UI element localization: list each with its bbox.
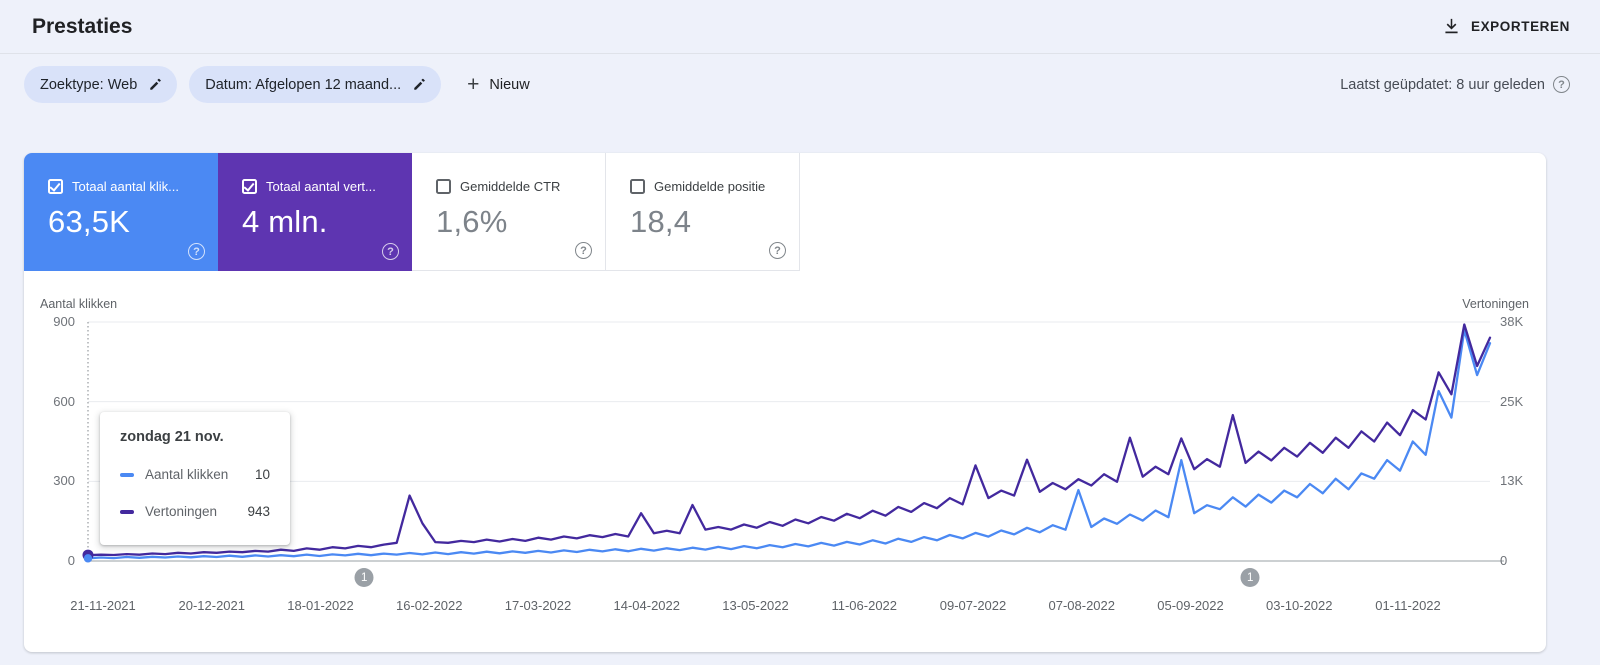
left-axis-tick-label: 600: [53, 393, 75, 409]
tooltip-row-clicks: Aantal klikken 10: [120, 467, 270, 482]
right-axis-tick-label: 0: [1500, 553, 1508, 568]
tooltip-row-label: Vertoningen: [145, 504, 218, 519]
help-icon[interactable]: ?: [769, 242, 786, 259]
filter-chip-date-label: Datum: Afgelopen 12 maand...: [205, 76, 402, 93]
plus-icon: +: [467, 73, 480, 96]
edit-pencil-icon[interactable]: [141, 71, 169, 99]
impressions-series-swatch: [120, 509, 134, 514]
download-icon: [1442, 17, 1461, 36]
checkbox-unchecked-icon[interactable]: [436, 179, 451, 194]
performance-card: Totaal aantal klik... 63,5K ? Totaal aan…: [24, 153, 1546, 652]
clicks-series-swatch: [120, 472, 134, 477]
right-axis-tick-label: 38K: [1500, 314, 1524, 329]
checkbox-checked-icon[interactable]: [242, 179, 257, 194]
filter-chip-search-type[interactable]: Zoektype: Web: [24, 66, 178, 103]
x-axis-tick-label: 21-11-2021: [70, 598, 136, 613]
metric-label: Totaal aantal vert...: [266, 179, 376, 194]
tooltip-row-label: Aantal klikken: [145, 467, 229, 482]
checkbox-unchecked-icon[interactable]: [630, 179, 645, 194]
x-axis-tick-label: 07-08-2022: [1048, 598, 1116, 613]
checkbox-checked-icon[interactable]: [48, 179, 63, 194]
x-axis-tick-label: 01-11-2022: [1375, 598, 1441, 613]
last-updated-text: Laatst geüpdatet: 8 uur geleden: [1340, 76, 1545, 93]
chart-tooltip: zondag 21 nov. Aantal klikken 10 Vertoni…: [100, 412, 290, 545]
metric-tiles: Totaal aantal klik... 63,5K ? Totaal aan…: [24, 153, 800, 271]
help-icon[interactable]: ?: [1553, 76, 1570, 93]
right-axis-tick-label: 13K: [1500, 473, 1524, 489]
metric-label: Totaal aantal klik...: [72, 179, 179, 194]
left-axis-tick-label: 0: [67, 553, 75, 568]
metric-tile-impressions[interactable]: Totaal aantal vert... 4 mln. ?: [218, 153, 412, 271]
new-filter-button-label: Nieuw: [489, 76, 530, 93]
left-axis-title: Aantal klikken: [40, 297, 118, 311]
filter-bar: Zoektype: Web Datum: Afgelopen 12 maand.…: [24, 66, 1570, 103]
left-axis-tick-label: 300: [53, 473, 75, 489]
timeseries-plot[interactable]: [82, 321, 1504, 563]
metric-tile-position[interactable]: Gemiddelde positie 18,4 ?: [606, 153, 800, 271]
tooltip-row-value: 10: [254, 467, 270, 482]
left-axis-tick-label: 900: [53, 314, 75, 329]
metric-tile-ctr[interactable]: Gemiddelde CTR 1,6% ?: [412, 153, 606, 271]
x-axis-tick-label: 17-03-2022: [504, 598, 572, 613]
page-title: Prestaties: [32, 15, 133, 38]
annotation-badge[interactable]: 1: [354, 568, 374, 587]
x-axis-tick-label: 16-02-2022: [396, 598, 463, 613]
x-axis-tick-label: 14-04-2022: [613, 598, 681, 613]
tooltip-row-value: 943: [247, 504, 270, 519]
x-axis-tick-label: 13-05-2022: [722, 598, 789, 613]
help-icon[interactable]: ?: [382, 243, 399, 260]
help-icon[interactable]: ?: [575, 242, 592, 259]
tooltip-date: zondag 21 nov.: [120, 429, 224, 445]
metric-tile-clicks[interactable]: Totaal aantal klik... 63,5K ?: [24, 153, 218, 271]
metric-label: Gemiddelde CTR: [460, 179, 561, 194]
filter-chip-date[interactable]: Datum: Afgelopen 12 maand...: [189, 66, 442, 103]
x-axis-tick-label: 09-07-2022: [939, 598, 1007, 613]
metric-value: 18,4: [630, 204, 692, 239]
metric-value: 63,5K: [48, 204, 131, 239]
x-axis-tick-label: 05-09-2022: [1157, 598, 1224, 613]
right-axis-title: Vertoningen: [1462, 297, 1529, 311]
chart-region: Aantal klikken Vertoningen 900 600 300 0 38…: [24, 271, 1546, 652]
filter-chip-search-type-label: Zoektype: Web: [40, 76, 138, 93]
top-bar: Prestaties EXPORTEREN: [0, 0, 1600, 54]
x-axis-tick-label: 03-10-2022: [1266, 598, 1333, 613]
last-updated: Laatst geüpdatet: 8 uur geleden ?: [1340, 76, 1570, 93]
help-icon[interactable]: ?: [188, 243, 205, 260]
new-filter-button[interactable]: + Nieuw: [467, 66, 530, 103]
metric-label: Gemiddelde positie: [654, 179, 766, 194]
x-axis-tick-label: 11-06-2022: [831, 598, 898, 613]
edit-pencil-icon[interactable]: [405, 71, 433, 99]
metric-value: 4 mln.: [242, 204, 328, 239]
tooltip-row-impressions: Vertoningen 943: [120, 504, 270, 519]
annotation-badge[interactable]: 1: [1240, 568, 1260, 587]
right-axis-tick-label: 25K: [1500, 393, 1524, 409]
export-button[interactable]: EXPORTEREN: [1442, 0, 1570, 53]
export-button-label: EXPORTEREN: [1470, 19, 1570, 34]
x-axis-tick-label: 20-12-2021: [178, 598, 246, 613]
metric-value: 1,6%: [436, 204, 508, 239]
x-axis-tick-label: 18-01-2022: [287, 598, 354, 613]
